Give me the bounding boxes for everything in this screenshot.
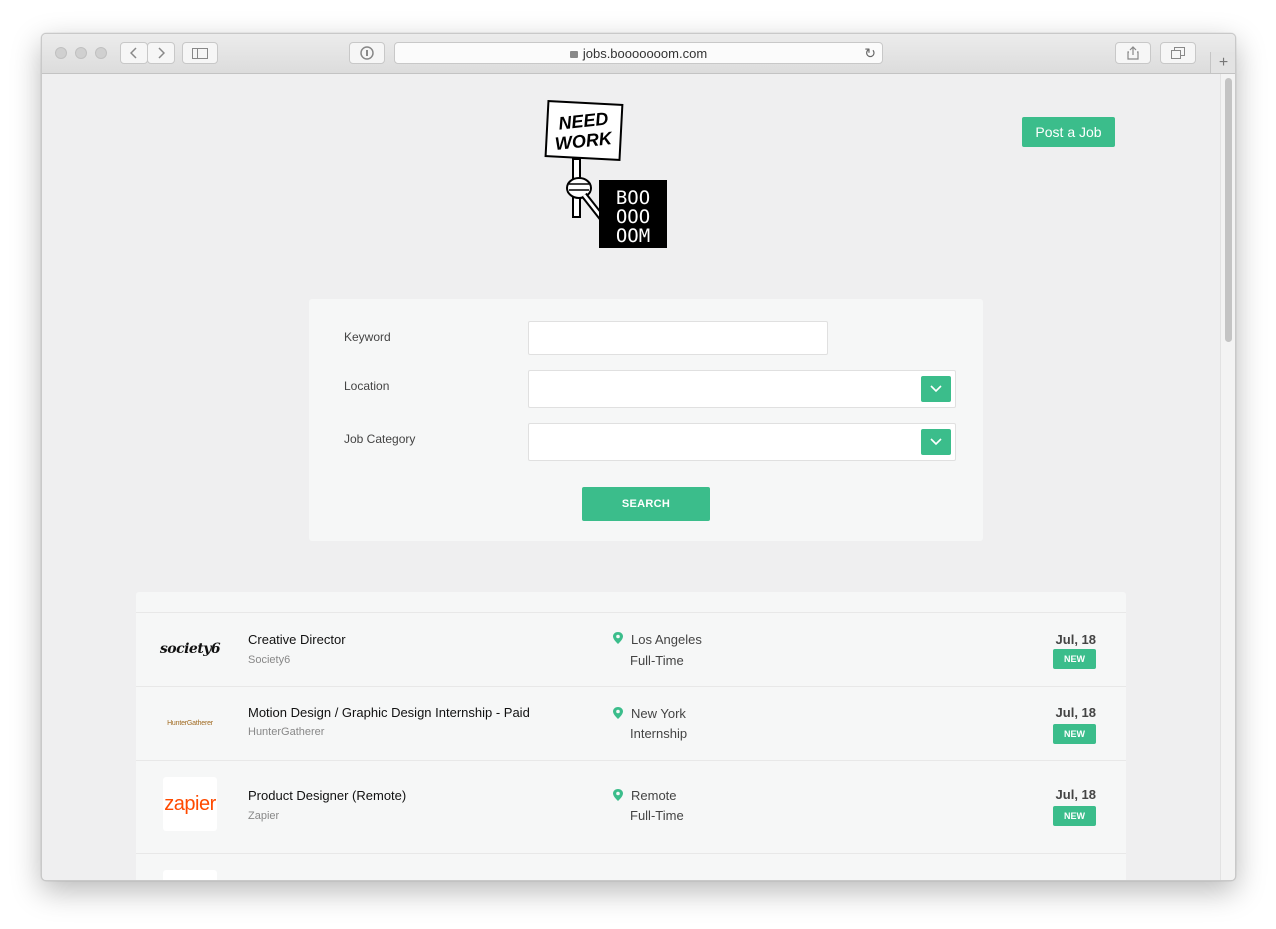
company-logo: [163, 870, 217, 880]
location-pin-icon: [613, 632, 623, 644]
location-pin-icon: [613, 789, 623, 801]
back-button[interactable]: [120, 42, 148, 64]
location-select[interactable]: [528, 370, 956, 408]
job-type: Full-Time: [630, 808, 684, 823]
job-location: New York: [631, 706, 686, 721]
company-name: Zapier: [248, 810, 280, 822]
chevron-down-icon: [930, 385, 942, 393]
new-tab-button[interactable]: +: [1210, 52, 1235, 73]
browser-window: jobs.booooooom.com ↻ + NEED WORK BOO OOO…: [41, 33, 1236, 881]
keyword-input[interactable]: [528, 321, 828, 355]
company-logo: HunterGatherer: [163, 696, 217, 750]
job-title[interactable]: Creative Director: [248, 632, 346, 647]
job-location: Los Angeles: [631, 632, 702, 647]
company-logo-text: society6: [159, 641, 221, 657]
plus-icon: +: [1218, 53, 1229, 71]
site-logo[interactable]: NEED WORK BOO OOO OOM: [544, 100, 674, 252]
company-logo: society6: [159, 622, 221, 676]
location-label: Location: [344, 379, 390, 393]
location-pin-icon: [613, 707, 623, 719]
job-type: Full-Time: [630, 653, 684, 668]
job-category-label: Job Category: [344, 432, 416, 446]
company-logo-text: zapier: [164, 792, 216, 815]
job-date: Jul, 18: [1055, 787, 1096, 802]
job-row[interactable]: HunterGatherer Motion Design / Graphic D…: [136, 687, 1126, 761]
forward-button[interactable]: [147, 42, 175, 64]
keyword-label: Keyword: [344, 330, 391, 344]
chevron-right-icon: [158, 47, 165, 59]
minimize-window-button[interactable]: [75, 47, 87, 59]
job-date: Jul, 18: [1055, 705, 1096, 720]
job-row[interactable]: zapier Product Designer (Remote) Zapier …: [136, 761, 1126, 854]
sidebar-icon: [192, 47, 208, 59]
job-row[interactable]: [136, 854, 1126, 880]
new-badge: NEW: [1053, 649, 1096, 669]
chevron-down-icon: [930, 438, 942, 446]
company-name: HunterGatherer: [248, 726, 325, 738]
tabs-icon: [1171, 47, 1185, 59]
share-icon: [1127, 46, 1139, 60]
job-title[interactable]: Motion Design / Graphic Design Internshi…: [248, 705, 530, 720]
password-manager-icon: [360, 46, 374, 60]
search-button[interactable]: SEARCH: [582, 487, 710, 521]
job-row[interactable]: society6 Creative Director Society6 Los …: [136, 612, 1126, 687]
share-button[interactable]: [1115, 42, 1151, 64]
job-list-header: [136, 592, 1126, 613]
lock-icon: [569, 50, 578, 58]
company-name: Society6: [248, 654, 291, 666]
new-badge: NEW: [1053, 724, 1096, 744]
browser-toolbar: jobs.booooooom.com ↻ +: [42, 34, 1235, 74]
url-text: jobs.booooooom.com: [582, 45, 708, 61]
location-dropdown-button[interactable]: [921, 376, 951, 402]
chevron-left-icon: [130, 47, 137, 59]
company-logo: zapier: [163, 777, 217, 831]
sidebar-toggle-button[interactable]: [182, 42, 218, 64]
reload-icon[interactable]: ↻: [864, 45, 876, 62]
svg-text:OOM: OOM: [616, 225, 650, 247]
tabs-overview-button[interactable]: [1160, 42, 1196, 64]
job-list: society6 Creative Director Society6 Los …: [136, 592, 1126, 880]
new-badge: NEW: [1053, 806, 1096, 826]
job-date: Jul, 18: [1055, 632, 1096, 647]
post-job-button[interactable]: Post a Job: [1022, 117, 1115, 147]
company-logo-text: HunterGatherer: [167, 719, 213, 727]
search-panel: Keyword Location Job Category SEARCH: [309, 299, 983, 541]
job-type: Internship: [630, 726, 688, 741]
job-category-select[interactable]: [528, 423, 956, 461]
address-bar[interactable]: jobs.booooooom.com ↻: [394, 42, 883, 64]
close-window-button[interactable]: [55, 47, 67, 59]
job-category-dropdown-button[interactable]: [921, 429, 951, 455]
page-content: NEED WORK BOO OOO OOM Post a Job Keyword…: [42, 74, 1235, 880]
password-manager-button[interactable]: [349, 42, 385, 64]
zoom-window-button[interactable]: [95, 47, 107, 59]
job-title[interactable]: Product Designer (Remote): [248, 788, 406, 803]
scrollbar-thumb[interactable]: [1225, 78, 1232, 342]
job-location: Remote: [631, 788, 677, 803]
page-scrollbar[interactable]: [1220, 74, 1235, 880]
